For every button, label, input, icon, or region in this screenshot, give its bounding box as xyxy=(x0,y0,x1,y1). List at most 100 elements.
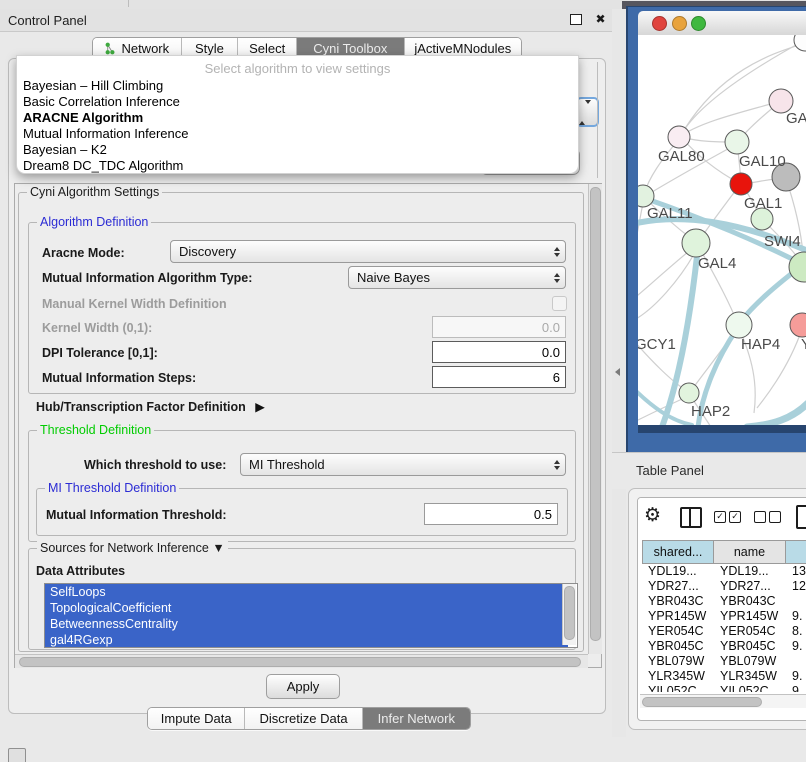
which-threshold-combobox[interactable]: MI Threshold xyxy=(240,453,566,476)
node[interactable] xyxy=(794,35,806,51)
dpi-tolerance-field[interactable]: 0.0 xyxy=(432,341,566,363)
algorithm-option[interactable]: Bayesian – K2 xyxy=(17,142,578,158)
manual-kernel-width-label: Manual Kernel Width Definition xyxy=(42,297,227,311)
control-panel-titlebar: Control Panel xyxy=(0,9,612,32)
attribute-item[interactable]: BetweennessCentrality xyxy=(45,616,568,632)
tab-select-label: Select xyxy=(249,41,285,56)
cell xyxy=(786,594,806,609)
cell: YER054C xyxy=(642,624,714,639)
algorithm-option[interactable]: Dream8 DC_TDC Algorithm xyxy=(17,158,578,174)
table-row[interactable]: YER054CYER054C8. xyxy=(642,624,806,639)
tab-discretize-data-label: Discretize Data xyxy=(259,711,347,726)
table-body: YDL19...YDL19...13 YDR27...YDR27...12 YB… xyxy=(642,564,806,692)
node-hap4[interactable] xyxy=(726,312,752,338)
table-row[interactable]: YPR145WYPR145W9. xyxy=(642,609,806,624)
settings-horizontal-scrollbar[interactable] xyxy=(15,654,588,668)
network-canvas[interactable]: GAL GAL80 GAL10 GAL1 GAL11 SWI4 GAL4 GCY… xyxy=(638,35,806,425)
cell: YBR045C xyxy=(642,639,714,654)
manual-kernel-width-checkbox[interactable] xyxy=(552,296,567,311)
algorithm-option-highlighted[interactable]: ARACNE Algorithm xyxy=(17,110,578,126)
column-header-shared[interactable]: shared... xyxy=(642,540,714,564)
select-all-checkboxes-icon[interactable]: ✓✓ xyxy=(714,511,741,523)
algorithm-dropdown-prompt: Select algorithm to view settings xyxy=(17,61,578,76)
network-graph: GAL GAL80 GAL10 GAL1 GAL11 SWI4 GAL4 GCY… xyxy=(638,35,806,425)
table-row[interactable]: YBL079WYBL079W xyxy=(642,654,806,669)
algorithm-option[interactable]: Basic Correlation Inference xyxy=(17,94,578,110)
cell: YDL19... xyxy=(714,564,786,579)
tab-discretize-data[interactable]: Discretize Data xyxy=(245,708,362,729)
attribute-item[interactable]: gal4RGexp xyxy=(45,632,568,648)
mi-steps-label: Mutual Information Steps: xyxy=(42,371,196,385)
aracne-mode-combobox[interactable]: Discovery xyxy=(170,240,566,263)
node-label: Y xyxy=(801,336,806,353)
settings-vertical-scrollbar[interactable] xyxy=(588,184,602,654)
node-y[interactable] xyxy=(790,313,806,337)
traffic-light-zoom[interactable] xyxy=(691,16,706,31)
kernel-width-field[interactable]: 0.0 xyxy=(432,316,566,338)
tab-infer-network-label: Infer Network xyxy=(378,711,455,726)
network-window-titlebar[interactable] xyxy=(638,11,806,36)
attribute-item[interactable]: TopologicalCoefficient xyxy=(45,600,568,616)
inference-algorithm-combobox[interactable] xyxy=(576,97,599,127)
node-gal1[interactable] xyxy=(730,173,752,195)
cell: YDL19... xyxy=(642,564,714,579)
table-row[interactable]: YLR345WYLR345W9. xyxy=(642,669,806,684)
tab-infer-network[interactable]: Infer Network xyxy=(363,708,470,729)
document-icon[interactable] xyxy=(796,505,806,529)
node-gal4[interactable] xyxy=(682,229,710,257)
algorithm-option[interactable]: Bayesian – Hill Climbing xyxy=(17,78,578,94)
mi-threshold-field[interactable]: 0.5 xyxy=(424,503,558,525)
cell: 8. xyxy=(786,624,806,639)
split-columns-icon[interactable] xyxy=(680,507,702,528)
screen: Control Panel ✖ Network Style Select Cyn… xyxy=(0,0,806,762)
cell: 9. xyxy=(786,639,806,654)
collapse-arrow-icon[interactable]: ▼ xyxy=(212,541,224,555)
apply-button[interactable]: Apply xyxy=(266,674,340,699)
traffic-light-close[interactable] xyxy=(652,16,667,31)
mi-steps-field[interactable]: 6 xyxy=(432,366,566,388)
deselect-all-checkboxes-icon[interactable] xyxy=(754,511,781,523)
table-row[interactable]: YDR27...YDR27...12 xyxy=(642,579,806,594)
cell: YPR145W xyxy=(714,609,786,624)
node-label: GAL80 xyxy=(658,148,705,165)
close-icon[interactable]: ✖ xyxy=(594,13,607,25)
attributes-list-scrollbar[interactable] xyxy=(562,584,576,645)
column-header-partial[interactable]: A xyxy=(786,540,806,564)
cell: 12 xyxy=(786,579,806,594)
algorithm-dropdown-popup: Select algorithm to view settings Bayesi… xyxy=(16,55,579,174)
cell: YDR27... xyxy=(714,579,786,594)
hub-definition-expander[interactable]: Hub/Transcription Factor Definition ▶ xyxy=(36,399,265,414)
panel-collapse-button[interactable] xyxy=(8,748,26,762)
traffic-light-minimize[interactable] xyxy=(672,16,687,31)
float-window-icon[interactable] xyxy=(570,14,582,25)
settings-gear-icon[interactable]: ⚙ xyxy=(644,505,661,527)
cyni-algorithm-settings-title: Cyni Algorithm Settings xyxy=(27,185,162,199)
tab-impute-data[interactable]: Impute Data xyxy=(148,708,245,729)
network-window-bottom-shadow xyxy=(638,425,806,433)
mi-algorithm-type-value: Naive Bayes xyxy=(349,270,549,285)
node-label: HAP2 xyxy=(691,403,730,420)
algorithm-option[interactable]: Mutual Information Inference xyxy=(17,126,578,142)
table-row[interactable]: YBR045CYBR045C9. xyxy=(642,639,806,654)
table-row[interactable]: YBR043CYBR043C xyxy=(642,594,806,609)
combo-arrows-icon xyxy=(549,273,565,283)
mi-algorithm-type-combobox[interactable]: Naive Bayes xyxy=(348,266,566,289)
table-horizontal-scrollbar[interactable] xyxy=(640,694,806,708)
table-row[interactable]: YIL052CYIL052C9. xyxy=(642,684,806,692)
table-panel-header: Table Panel xyxy=(612,452,806,489)
splitter-collapse-arrow-icon[interactable] xyxy=(615,368,620,376)
node-label: GAL11 xyxy=(647,205,693,222)
attribute-item[interactable]: SelfLoops xyxy=(45,584,568,600)
network-view-window: GAL GAL80 GAL10 GAL1 GAL11 SWI4 GAL4 GCY… xyxy=(626,6,806,453)
node-gal80[interactable] xyxy=(668,126,690,148)
table-row[interactable]: YDL19...YDL19...13 xyxy=(642,564,806,579)
node-hap2[interactable] xyxy=(679,383,699,403)
column-header-name[interactable]: name xyxy=(714,540,786,564)
algorithm-definition-title: Algorithm Definition xyxy=(37,215,151,229)
node-label: GAL10 xyxy=(739,153,786,170)
cell: YLR345W xyxy=(642,669,714,684)
cell: YPR145W xyxy=(642,609,714,624)
control-panel-title: Control Panel xyxy=(8,13,87,28)
combo-arrows-icon xyxy=(549,247,565,257)
node-gal10[interactable] xyxy=(725,130,749,154)
